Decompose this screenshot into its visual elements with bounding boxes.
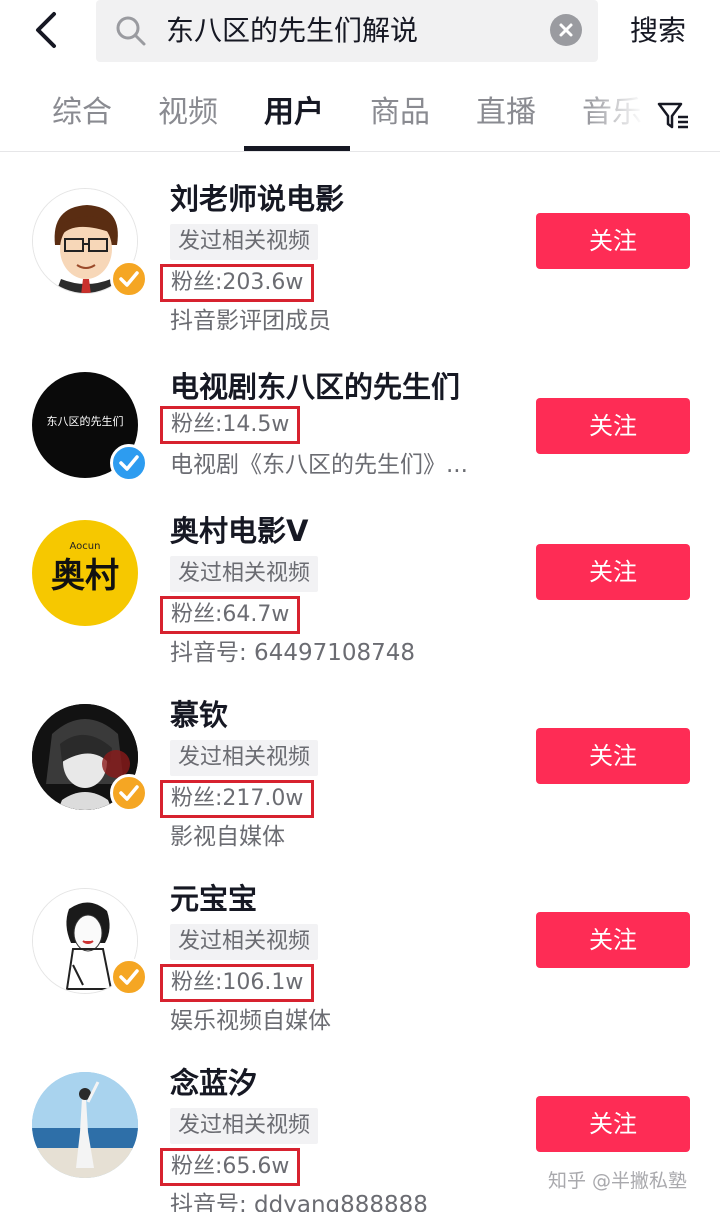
fans-count: 粉丝:203.6w bbox=[160, 264, 315, 302]
related-video-tag: 发过相关视频 bbox=[170, 224, 319, 260]
tab-fade-overlay bbox=[580, 82, 650, 150]
user-row[interactable]: Aocun 奥村 奥村电影Ⅴ 发过相关视频 粉丝:64.7w 抖音号: 6449… bbox=[0, 510, 720, 690]
user-row[interactable]: 刘老师说电影 发过相关视频 粉丝:203.6w 抖音影评团成员 关注 bbox=[0, 176, 720, 356]
fans-count: 粉丝:64.7w bbox=[160, 596, 301, 634]
verified-gold-badge bbox=[110, 260, 148, 298]
back-button[interactable] bbox=[28, 8, 68, 52]
follow-button[interactable]: 关注 bbox=[536, 1096, 690, 1152]
user-name[interactable]: 刘老师说电影 bbox=[170, 180, 344, 218]
watermark: 知乎 @半撇私塾 bbox=[548, 1170, 688, 1192]
follow-button[interactable]: 关注 bbox=[536, 213, 690, 269]
avatar-subtext: Aocun bbox=[69, 541, 101, 552]
avatar-text: 奥村 bbox=[51, 556, 119, 596]
related-video-tag: 发过相关视频 bbox=[170, 924, 319, 960]
tab-bar: 综合 视频 用户 商品 直播 音乐 bbox=[0, 82, 720, 152]
follow-button[interactable]: 关注 bbox=[536, 398, 690, 454]
follow-button[interactable]: 关注 bbox=[536, 544, 690, 600]
user-description: 娱乐视频自媒体 bbox=[170, 1008, 331, 1034]
search-icon bbox=[116, 16, 146, 46]
tab-users[interactable]: 用户 bbox=[264, 92, 324, 134]
follow-button[interactable]: 关注 bbox=[536, 728, 690, 784]
verified-gold-badge bbox=[110, 774, 148, 812]
search-input[interactable]: 东八区的先生们解说 bbox=[96, 0, 598, 62]
avatar[interactable]: Aocun 奥村 bbox=[32, 520, 138, 626]
user-name[interactable]: 电视剧东八区的先生们 bbox=[170, 368, 460, 406]
user-description: 抖音号: 64497108748 bbox=[170, 640, 416, 666]
fans-count: 粉丝:217.0w bbox=[160, 780, 315, 818]
checkmark-icon bbox=[119, 969, 139, 985]
user-name[interactable]: 元宝宝 bbox=[170, 880, 257, 918]
clear-icon[interactable] bbox=[550, 14, 582, 46]
user-row[interactable]: 慕钦 发过相关视频 粉丝:217.0w 影视自媒体 关注 bbox=[0, 694, 720, 874]
user-name[interactable]: 念蓝汐 bbox=[170, 1064, 257, 1102]
back-arrow-icon bbox=[36, 12, 56, 48]
tab-products[interactable]: 商品 bbox=[370, 92, 430, 134]
checkmark-icon bbox=[119, 455, 139, 471]
user-name[interactable]: 慕钦 bbox=[170, 696, 228, 734]
checkmark-icon bbox=[119, 785, 139, 801]
checkmark-icon bbox=[119, 271, 139, 287]
tab-video[interactable]: 视频 bbox=[158, 92, 218, 134]
related-video-tag: 发过相关视频 bbox=[170, 556, 319, 592]
related-video-tag: 发过相关视频 bbox=[170, 740, 319, 776]
user-row[interactable]: 元宝宝 发过相关视频 粉丝:106.1w 娱乐视频自媒体 关注 bbox=[0, 878, 720, 1058]
search-button[interactable]: 搜索 bbox=[630, 12, 686, 50]
user-description: 电视剧《东八区的先生们》... bbox=[170, 452, 468, 478]
search-header: 东八区的先生们解说 搜索 bbox=[0, 0, 720, 62]
fans-count: 粉丝:65.6w bbox=[160, 1148, 301, 1186]
user-description: 影视自媒体 bbox=[170, 824, 285, 850]
fans-count: 粉丝:106.1w bbox=[160, 964, 315, 1002]
verified-blue-badge bbox=[110, 444, 148, 482]
user-description: 抖音号: ddyang888888 bbox=[170, 1192, 428, 1212]
avatar-beach-photo bbox=[32, 1072, 138, 1178]
tab-live[interactable]: 直播 bbox=[476, 92, 536, 134]
filter-icon[interactable] bbox=[656, 100, 690, 132]
related-video-tag: 发过相关视频 bbox=[170, 1108, 319, 1144]
search-query-text: 东八区的先生们解说 bbox=[166, 14, 419, 47]
active-tab-indicator bbox=[244, 146, 350, 151]
user-name[interactable]: 奥村电影Ⅴ bbox=[170, 512, 308, 550]
avatar[interactable] bbox=[32, 1072, 138, 1178]
avatar-text: 东八区的先生们 bbox=[46, 415, 124, 428]
follow-button[interactable]: 关注 bbox=[536, 912, 690, 968]
fans-count: 粉丝:14.5w bbox=[160, 406, 301, 444]
tab-comprehensive[interactable]: 综合 bbox=[52, 92, 112, 134]
user-description: 抖音影评团成员 bbox=[170, 308, 331, 334]
verified-gold-badge bbox=[110, 958, 148, 996]
